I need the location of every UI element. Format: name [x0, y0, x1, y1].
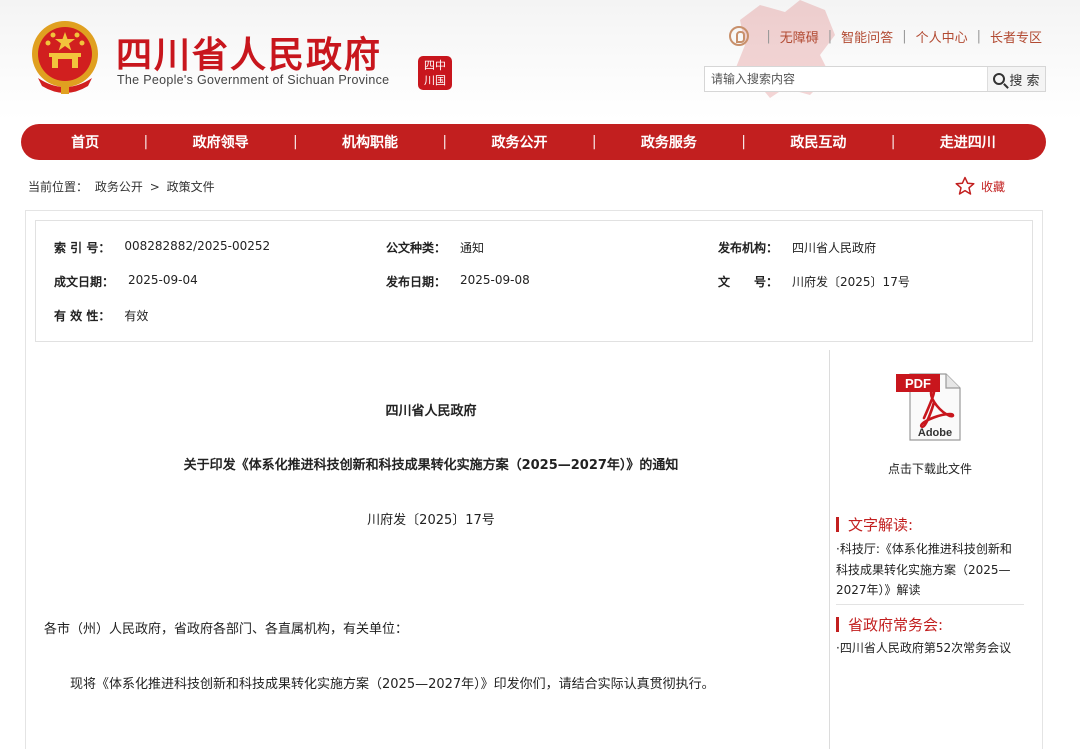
top-links: | 无障碍 | 智能问答 | 个人中心 | 长者专区 [729, 26, 1042, 46]
section-interpretation-title: 文字解读: [848, 516, 914, 534]
nav-item-gov-affairs[interactable]: 政务公开 [491, 132, 547, 152]
nav-separator: | [741, 134, 746, 150]
section-interpretation-heading: 文字解读: [836, 514, 913, 535]
site-subtitle: The People's Government of Sichuan Provi… [117, 73, 390, 87]
meta-key: 发布日期： [386, 275, 447, 289]
search-button[interactable]: 搜 索 [987, 67, 1045, 91]
meta-doc-type: 公文种类： 通知 [386, 239, 484, 256]
meta-written-date: 成文日期： 2025-09-04 [54, 273, 198, 290]
meta-value: 2025-09-08 [460, 273, 530, 287]
nav-item-gov-services[interactable]: 政务服务 [641, 132, 697, 152]
interpretation-link-line: 科技成果转化实施方案（2025— [836, 562, 1011, 577]
interpretation-link-line: 2027年）》解读 [836, 583, 921, 597]
pdf-icon[interactable]: PDF Adobe [896, 370, 966, 442]
article-doc-number: 川府发〔2025〕17号 [367, 513, 495, 528]
nav-separator: | [442, 134, 448, 150]
favorite-label: 收藏 [981, 179, 1006, 194]
search-input[interactable] [705, 67, 987, 91]
seal-stamp-logo: 四中 川国 [418, 56, 452, 90]
accessibility-icon[interactable] [729, 26, 750, 46]
download-file-link[interactable]: 点击下载此文件 [836, 460, 1024, 477]
meta-value: 008282882/2025-00252 [124, 239, 271, 253]
nav-item-home[interactable]: 首页 [71, 132, 99, 152]
nav-item-interaction[interactable]: 政民互动 [790, 132, 846, 152]
site-title: 四川省人民政府 [116, 34, 383, 76]
meta-key: 成文日期： [54, 275, 115, 289]
site-header: 四川省人民政府 The People's Government of Sichu… [0, 0, 1080, 120]
sidebar-divider [836, 604, 1024, 605]
meta-doc-no: 文 号： 川府发〔2025〕17号 [718, 273, 910, 290]
column-divider [829, 350, 830, 749]
link-separator: | [902, 28, 907, 44]
meta-validity: 有 效 性： 有效 [54, 307, 148, 324]
article-addressee: 各市（州）人民政府，省政府各部门、各直属机构，有关单位： [44, 622, 409, 637]
meta-value: 川府发〔2025〕17号 [792, 275, 910, 289]
link-elderly-zone[interactable]: 长者专区 [990, 27, 1042, 46]
interpretation-link-line: ·科技厅:《体系化推进科技创新和 [836, 542, 1012, 556]
nav-item-functions[interactable]: 机构职能 [342, 132, 398, 152]
interpretation-link[interactable]: ·科技厅:《体系化推进科技创新和 科技成果转化实施方案（2025— 2027年）… [836, 539, 1024, 601]
meta-publish-date: 发布日期： 2025-09-08 [386, 273, 530, 290]
nav-separator: | [890, 134, 896, 150]
meeting-link[interactable]: ·四川省人民政府第52次常务会议 [836, 638, 1024, 659]
search-icon [993, 73, 1006, 85]
main-nav: 首页 | 政府领导 | 机构职能 | 政务公开 | 政务服务 | 政民互动 | … [21, 124, 1046, 160]
breadcrumb-label: 当前位置： [28, 180, 89, 194]
meta-value: 2025-09-04 [128, 273, 198, 287]
search-button-label: 搜 索 [1009, 73, 1040, 89]
nav-separator: | [143, 134, 149, 150]
meta-value: 有效 [124, 309, 149, 323]
link-separator: | [827, 28, 833, 44]
link-smart-qa[interactable]: 智能问答 [841, 27, 893, 46]
meta-index-no: 索 引 号： 008282882/2025-00252 [54, 239, 270, 256]
favorite-button[interactable]: 收藏 [955, 176, 1005, 196]
meta-key: 公文种类： [386, 241, 447, 255]
nav-item-about-sichuan[interactable]: 走进四川 [940, 132, 996, 152]
meta-value: 通知 [460, 241, 485, 255]
link-separator: | [766, 28, 771, 44]
article-title: 关于印发《体系化推进科技创新和科技成果转化实施方案（2025—2027年）》的通… [183, 458, 679, 473]
breadcrumb-separator: > [149, 180, 160, 194]
article-paragraph: 现将《体系化推进科技创新和科技成果转化实施方案（2025—2027年）》印发你们… [70, 677, 715, 692]
national-emblem-icon [32, 21, 98, 94]
meta-issuer: 发布机构： 四川省人民政府 [718, 239, 876, 256]
meta-key: 发布机构： [718, 241, 779, 255]
meta-value: 四川省人民政府 [792, 241, 877, 255]
nav-separator: | [591, 134, 597, 150]
pdf-brand-text: Adobe [918, 427, 952, 439]
article-issuer: 四川省人民政府 [385, 404, 477, 419]
breadcrumb-item-gov-affairs[interactable]: 政务公开 [95, 180, 143, 194]
breadcrumb: 当前位置： 政务公开 > 政策文件 [28, 178, 218, 195]
breadcrumb-item-policy-docs[interactable]: 政策文件 [167, 180, 215, 194]
section-marker [836, 617, 839, 632]
link-personal-center[interactable]: 个人中心 [916, 27, 968, 46]
nav-item-leaders[interactable]: 政府领导 [193, 132, 249, 152]
meta-key: 索 引 号： [54, 241, 111, 255]
nav-separator: | [292, 134, 298, 150]
meta-key: 文 号： [718, 275, 779, 289]
link-separator: | [976, 28, 981, 44]
meta-key: 有 效 性： [54, 309, 111, 323]
star-icon [955, 176, 975, 195]
section-meeting-heading: 省政府常务会: [836, 614, 943, 635]
link-accessibility[interactable]: 无障碍 [780, 27, 819, 46]
document-meta-table: 索 引 号： 008282882/2025-00252 公文种类： 通知 发布机… [35, 220, 1033, 342]
search-box: 搜 索 [704, 66, 1046, 92]
section-meeting-title: 省政府常务会: [848, 616, 944, 634]
pdf-badge-text: PDF [905, 376, 931, 391]
section-marker [836, 517, 839, 532]
